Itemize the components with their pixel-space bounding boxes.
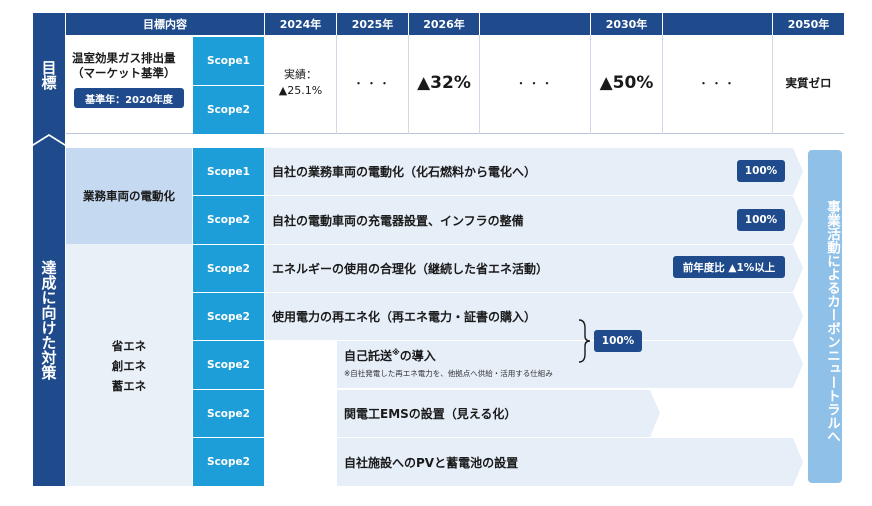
dots-2025: ・・・ [353, 77, 392, 90]
header-year-2030: 2030年 [591, 13, 662, 35]
action-scope-row3: Scope2 [193, 245, 264, 292]
brace-icon [578, 319, 591, 363]
base-year-badge: 基準年：2020年度 [74, 88, 184, 108]
action-scope-row2: Scope2 [193, 196, 264, 244]
action-row1-text: 自社の業務車両の電動化（化石燃料から電化へ） [272, 165, 537, 179]
right-banner-text: 事業活動によるカーボンニュートラルへ [824, 199, 840, 443]
action-scope-row5: Scope2 [193, 341, 264, 389]
dots-2040: ・・・ [698, 77, 737, 90]
target-2050: 実質ゼロ [785, 76, 832, 90]
action-row5-suffix: の導入 [399, 349, 436, 363]
actual-2024-label: 実績： [284, 68, 317, 81]
goal-scope2-label: Scope2 [193, 86, 264, 134]
action-row5-note: ※自社発電した再エネ電力を、他拠点へ供給・活用する仕組み [344, 369, 553, 378]
goal-scope1-label: Scope1 [193, 37, 264, 85]
group1-label: 業務車両の電動化 [83, 189, 175, 203]
actions-side-label: 達成に向けた対策 [39, 260, 58, 380]
goal-title-line1: 温室効果ガス排出量 [72, 51, 176, 65]
group2-labels: 省エネ 創エネ 蓄エネ [66, 336, 192, 396]
header-year-blank-1 [480, 13, 590, 35]
action-scope-row6: Scope2 [193, 390, 264, 437]
header-year-2025: 2025年 [337, 13, 408, 35]
bracket-badge: 100% [594, 330, 642, 352]
action-scope-row7: Scope2 [193, 438, 264, 486]
group2-label-create: 創エネ [111, 359, 147, 373]
row2-badge: 100% [737, 209, 785, 231]
action-row3-text: エネルギーの使用の合理化（継続した省エネ活動） [272, 262, 549, 276]
action-row4-text: 使用電力の再エネ化（再エネ電力・証書の購入） [272, 310, 537, 324]
header-year-2024: 2024年 [265, 13, 336, 35]
chevron-separator-icon [33, 122, 65, 146]
action-row5-main: 自己託送 [344, 349, 393, 363]
header-year-2026: 2026年 [409, 13, 479, 35]
header-goal-content: 目標内容 [66, 13, 264, 35]
actual-2024-value: ▲25.1% [278, 84, 323, 97]
header-year-2050: 2050年 [773, 13, 844, 35]
action-row2-text: 自社の電動車両の充電器設置、インフラの整備 [272, 214, 524, 228]
dots-2028: ・・・ [515, 77, 555, 90]
group2-label-save: 省エネ [111, 339, 147, 353]
target-2026: ▲32% [417, 73, 471, 93]
action-row7-text: 自社施設へのPVと蓄電池の設置 [344, 456, 519, 470]
row1-badge: 100% [737, 160, 785, 182]
action-row6-text: 関電工EMSの設置（見える化） [344, 407, 517, 421]
goal-side-label: 目標 [39, 60, 58, 90]
action-scope-row1: Scope1 [193, 148, 264, 195]
action-scope-row4: Scope2 [193, 293, 264, 340]
action-row5-sup: ※ [392, 348, 400, 357]
header-year-blank-2 [663, 13, 772, 35]
goal-title-line2: （マーケット基準） [72, 66, 176, 80]
target-2030: ▲50% [599, 73, 654, 93]
row3-badge: 前年度比 ▲1%以上 [673, 256, 785, 278]
group2-label-store: 蓄エネ [111, 379, 147, 393]
